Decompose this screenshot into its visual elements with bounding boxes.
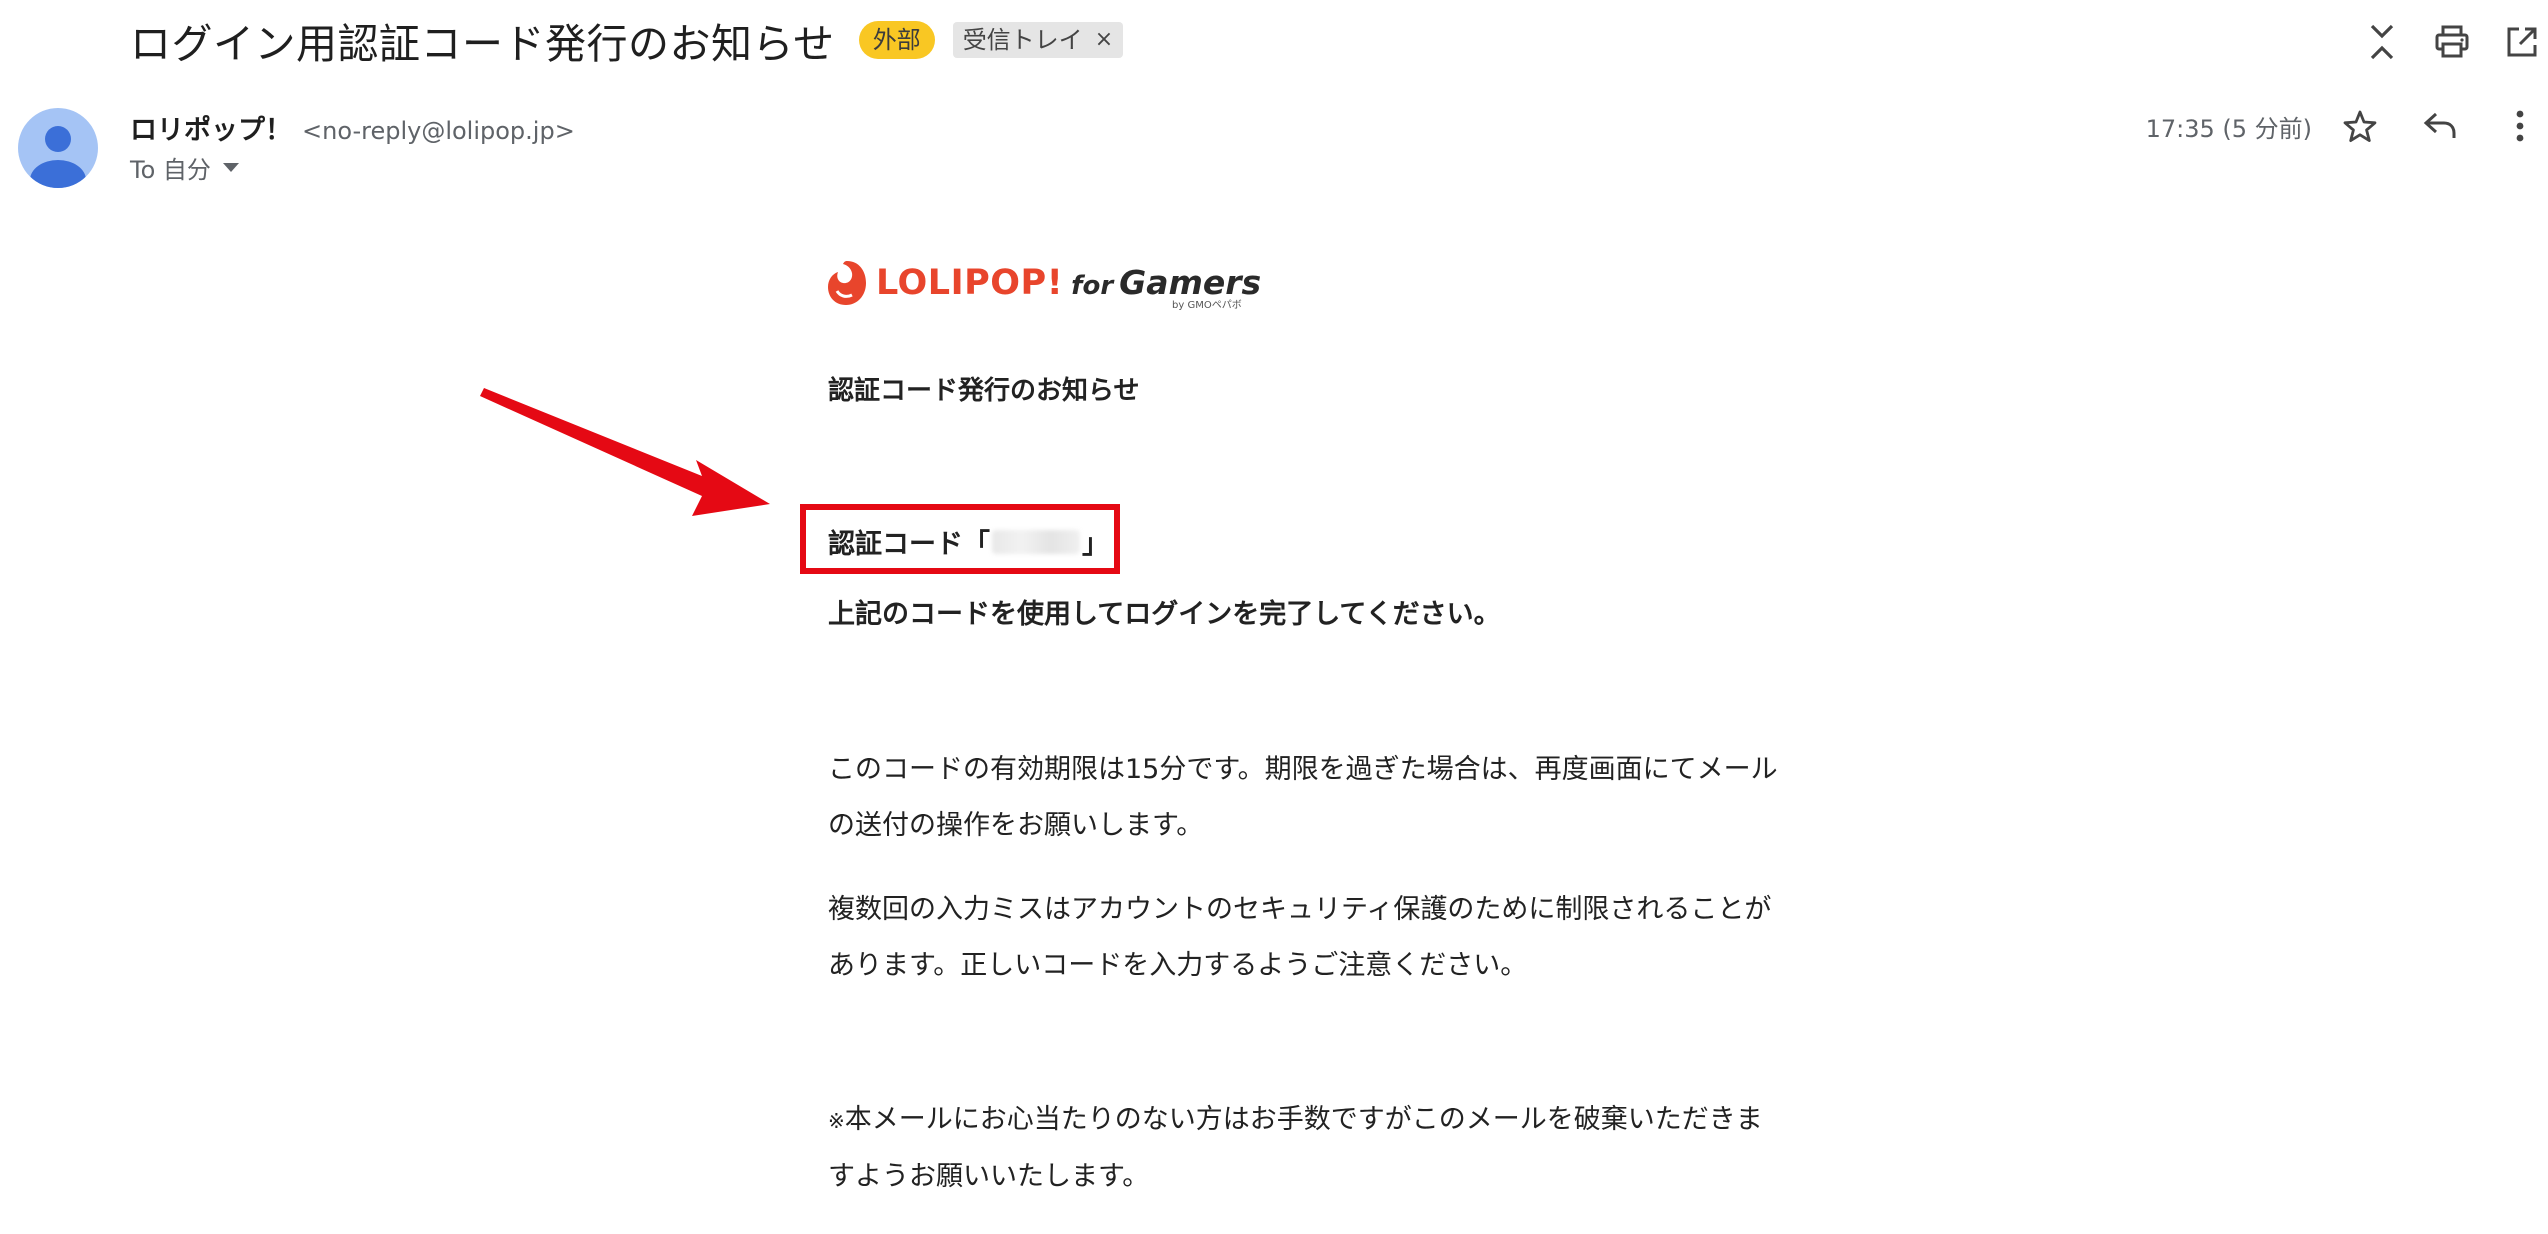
dropdown-caret-icon: [222, 163, 239, 172]
expiry-line-1: このコードの有効期限は15分です。期限を過ぎた場合は、再度画面にてメール: [828, 754, 1778, 785]
print-icon[interactable]: [2430, 20, 2474, 64]
reply-icon[interactable]: [2418, 104, 2462, 148]
annotation-arrow-icon: [480, 388, 770, 516]
open-in-new-window-icon[interactable]: [2500, 20, 2544, 64]
expiry-line-2: の送付の操作をお願いします。: [828, 810, 1204, 841]
security-line-1: 複数回の入力ミスはアカウントのセキュリティ保護のために制限されることが: [828, 894, 1772, 925]
security-paragraph: 複数回の入力ミスはアカウントのセキュリティ保護のために制限されることが あります…: [828, 882, 1828, 994]
logo-lolipop-text: LOLIPOP!: [876, 263, 1064, 303]
lolipop-logo-mark-icon: [828, 261, 866, 305]
subject-row: ログイン用認証コード発行のお知らせ 外部 受信トレイ ×: [130, 8, 1124, 72]
inbox-label[interactable]: 受信トレイ ×: [952, 22, 1124, 58]
remove-label-icon[interactable]: ×: [1095, 22, 1113, 58]
logo-byline: by GMOペパボ: [1172, 300, 1242, 311]
star-icon[interactable]: [2338, 104, 2382, 148]
logo-for-text: for: [1071, 271, 1114, 301]
instruction-text: 上記のコードを使用してログインを完了してください。: [828, 599, 1501, 630]
verification-code-redacted: [992, 529, 1080, 554]
recipient-text: To 自分: [130, 156, 211, 184]
inbox-label-text: 受信トレイ: [962, 26, 1083, 54]
top-actions: [2334, 20, 2544, 64]
recipient-details-toggle[interactable]: To 自分: [130, 150, 239, 185]
email-heading: 認証コード発行のお知らせ: [828, 376, 1140, 406]
sender-avatar[interactable]: [18, 108, 98, 188]
more-vert-icon[interactable]: [2498, 104, 2542, 148]
verification-code-line: 認証コード「 」: [828, 522, 1109, 561]
expand-collapse-icon[interactable]: [2360, 20, 2404, 64]
disclaimer-line-2: すようお願いいたします。: [828, 1161, 1150, 1192]
security-line-2: あります。正しいコードを入力するようご注意ください。: [828, 950, 1528, 981]
message-timestamp: 17:35 (5 分前): [2145, 114, 2312, 143]
message-actions: 17:35 (5 分前): [2146, 104, 2542, 148]
disclaimer-paragraph: ※本メールにお心当たりのない方はお手数ですがこのメールを破棄いただきま すようお…: [828, 1092, 1828, 1205]
sender-name[interactable]: ロリポップ！: [130, 108, 292, 147]
sender-line: ロリポップ！ <no-reply@lolipop.jp>: [130, 108, 575, 147]
code-suffix: 」: [1082, 529, 1109, 560]
disclaimer-line-1: ※本メールにお心当たりのない方はお手数ですがこのメールを破棄いただきま: [828, 1092, 1828, 1149]
disclaimer-line-1-text: 本メールにお心当たりのない方はお手数ですがこのメールを破棄いただきま: [844, 1104, 1763, 1135]
code-prefix: 認証コード「: [828, 529, 990, 560]
note-mark: ※: [828, 1109, 845, 1133]
person-icon: [30, 126, 86, 188]
external-label[interactable]: 外部: [858, 21, 935, 59]
email-subject: ログイン用認証コード発行のお知らせ: [130, 20, 835, 68]
sender-email: <no-reply@lolipop.jp>: [302, 117, 575, 145]
expiry-paragraph: このコードの有効期限は15分です。期限を過ぎた場合は、再度画面にてメール の送付…: [828, 742, 1828, 854]
